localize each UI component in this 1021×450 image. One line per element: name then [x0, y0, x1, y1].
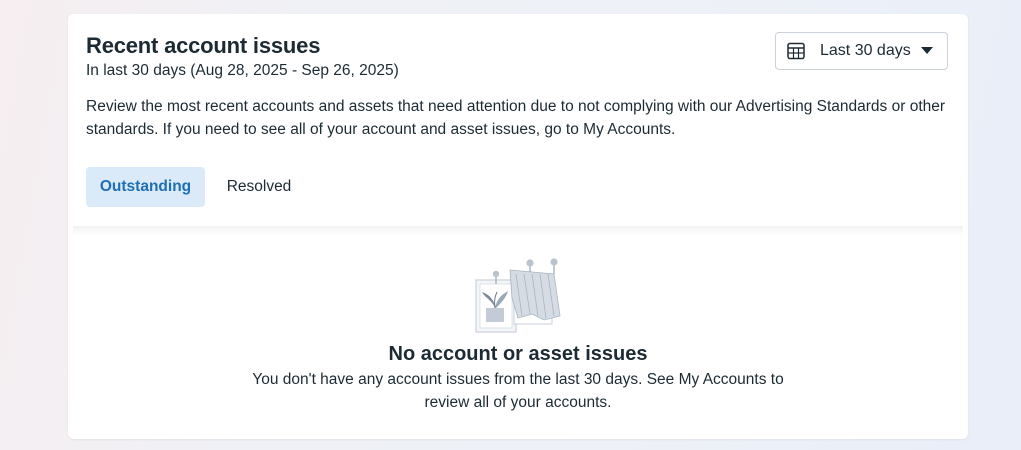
panel-subtitle: In last 30 days (Aug 28, 2025 - Sep 26, …	[86, 62, 399, 79]
caret-down-icon	[921, 47, 933, 54]
empty-state-title: No account or asset issues	[388, 343, 648, 365]
date-range-dropdown[interactable]: Last 30 days	[775, 32, 948, 70]
tab-resolved[interactable]: Resolved	[217, 167, 301, 207]
empty-state-message: You don't have any account issues from t…	[252, 371, 784, 411]
tab-outstanding-label: Outstanding	[99, 178, 192, 195]
date-range-label: Last 30 days	[820, 42, 911, 59]
empty-board-illustration	[475, 258, 561, 333]
tab-outstanding[interactable]: Outstanding	[86, 167, 205, 207]
card-header: Recent account issues In last 30 days (A…	[68, 14, 968, 226]
panel-description: Review the most recent accounts and asse…	[86, 98, 946, 138]
calendar-icon	[787, 42, 805, 60]
account-issues-card: Recent account issues In last 30 days (A…	[68, 14, 968, 439]
tab-resolved-label: Resolved	[226, 178, 292, 195]
panel-title: Recent account issues	[86, 33, 321, 58]
header-divider	[73, 226, 963, 236]
